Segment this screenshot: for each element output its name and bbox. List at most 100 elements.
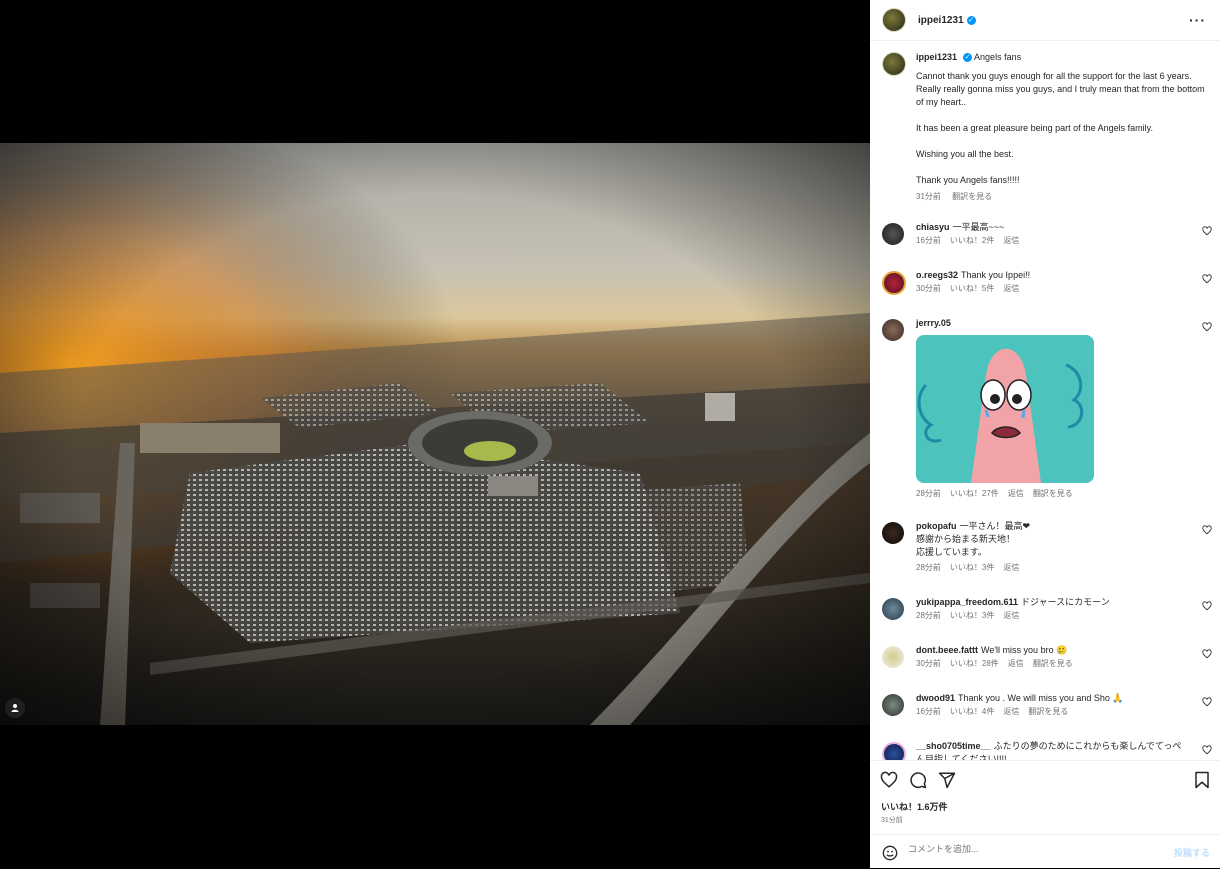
more-options-icon[interactable]: ··· — [1189, 12, 1206, 28]
comment-text: 一平最高~~~ — [952, 222, 1005, 232]
comment-icon[interactable] — [909, 771, 927, 789]
avatar[interactable] — [882, 8, 906, 32]
comment-meta: 16分前 いいね！4件 返信 翻訳を見る — [916, 705, 1190, 718]
heart-icon[interactable] — [1202, 649, 1212, 659]
heart-icon[interactable] — [1202, 745, 1212, 755]
comment-username[interactable]: chiasyu — [916, 222, 950, 232]
comment-username[interactable]: yukipappa_freedom.611 — [916, 597, 1018, 607]
comment-likes[interactable]: いいね！5件 — [950, 284, 994, 293]
avatar[interactable] — [882, 694, 904, 716]
avatar[interactable] — [882, 742, 906, 760]
avatar[interactable] — [882, 52, 906, 76]
see-translation-link[interactable]: 翻訳を見る — [1033, 489, 1073, 498]
comment-likes[interactable]: いいね！4件 — [950, 707, 994, 716]
comment-likes[interactable]: いいね！28件 — [950, 659, 999, 668]
comment-time: 16分前 — [916, 236, 941, 245]
comment-item: jerrry.05 28分前 いいね！27件 返信 翻訳を見る — [870, 317, 1220, 500]
comment-meta: 28分前 いいね！27件 返信 翻訳を見る — [916, 487, 1190, 500]
comment-meta: 16分前 いいね！2件 返信 — [916, 234, 1190, 247]
heart-icon[interactable] — [1202, 322, 1212, 332]
reply-link[interactable]: 返信 — [1003, 284, 1019, 293]
post-header: ippei1231 ✓ ··· — [870, 0, 1220, 41]
comment-username[interactable]: jerrry.05 — [916, 318, 951, 328]
comment-text: 応援しています。 — [916, 547, 987, 557]
comment-text: 感謝から始まる新天地！ — [916, 534, 1016, 544]
comment-item: o.reegs32 Thank you Ippei!! 30分前 いいね！5件 返信 — [870, 269, 1220, 295]
comment-username[interactable]: __sho0705time__ — [916, 741, 991, 751]
post-time: 31分前 — [881, 817, 903, 824]
caption-line: Cannot thank you guys enough for all the… — [916, 71, 1205, 107]
comment-item: dont.beee.fattt We'll miss you bro 🥲 30分前… — [870, 644, 1220, 670]
comment-input[interactable] — [906, 843, 1160, 855]
comment-time: 30分前 — [916, 284, 941, 293]
reply-link[interactable]: 返信 — [1003, 236, 1019, 245]
caption-line: It has been a great pleasure being part … — [916, 123, 1153, 133]
comment-username[interactable]: dont.beee.fattt — [916, 645, 978, 655]
caption-meta: 31分前 翻訳を見る — [916, 190, 1208, 203]
comment-username[interactable]: pokopafu — [916, 521, 957, 531]
heart-icon[interactable] — [1202, 697, 1212, 707]
caption-title: Angels fans — [974, 52, 1022, 62]
comment-text: 一平さん！最高❤ — [959, 521, 1031, 531]
reply-link[interactable]: 返信 — [1003, 611, 1019, 620]
comments-list[interactable]: ippei1231 ✓ Angels fans Cannot thank you … — [870, 41, 1220, 760]
avatar[interactable] — [882, 522, 904, 544]
heart-icon[interactable] — [1202, 226, 1212, 236]
verified-badge-icon: ✓ — [966, 15, 976, 25]
comment-likes[interactable]: いいね！3件 — [950, 563, 994, 572]
comment-likes[interactable]: いいね！3件 — [950, 611, 994, 620]
caption-line: Thank you Angels fans!!!!! — [916, 175, 1020, 185]
comment-time: 28分前 — [916, 563, 941, 572]
reply-link[interactable]: 返信 — [1008, 489, 1024, 498]
heart-icon[interactable] — [1202, 601, 1212, 611]
heart-icon[interactable] — [880, 771, 898, 789]
comment-time: 28分前 — [916, 611, 941, 620]
comment-likes[interactable]: いいね！2件 — [950, 236, 994, 245]
comment-time: 30分前 — [916, 659, 941, 668]
comment-meta: 30分前 いいね！28件 返信 翻訳を見る — [916, 657, 1190, 670]
user-tag-icon[interactable] — [5, 698, 25, 718]
author-username[interactable]: ippei1231 — [918, 15, 964, 26]
see-translation-link[interactable]: 翻訳を見る — [1033, 659, 1073, 668]
post-actions: いいね！1.6万件 31分前 — [870, 760, 1220, 835]
comment-time: 28分前 — [916, 489, 941, 498]
comment-sticker-image[interactable] — [916, 335, 1094, 483]
comment-likes[interactable]: いいね！27件 — [950, 489, 999, 498]
see-translation-link[interactable]: 翻訳を見る — [1028, 707, 1068, 716]
reply-link[interactable]: 返信 — [1008, 659, 1024, 668]
comment-time: 16分前 — [916, 707, 941, 716]
caption-time: 31分前 — [916, 192, 941, 201]
see-translation-link[interactable]: 翻訳を見る — [952, 192, 992, 201]
comment-username[interactable]: dwood91 — [916, 693, 955, 703]
add-comment-bar: 投稿する — [870, 834, 1220, 869]
comment-username[interactable]: o.reegs32 — [916, 270, 958, 280]
caption-line: Wishing you all the best. — [916, 149, 1014, 159]
caption-username[interactable]: ippei1231 — [916, 52, 957, 62]
emoji-icon[interactable] — [882, 845, 898, 861]
post-comment-button[interactable]: 投稿する — [1174, 846, 1210, 859]
comment-text: ドジャースにカモーン — [1021, 597, 1110, 607]
avatar[interactable] — [882, 271, 906, 295]
comment-text: Thank you Ippei!! — [961, 270, 1031, 280]
heart-icon[interactable] — [1202, 274, 1212, 284]
reply-link[interactable]: 返信 — [1003, 563, 1019, 572]
heart-icon[interactable] — [1202, 525, 1212, 535]
comment-item: __sho0705time__ ふたりの夢のためにこれからも楽しんでてっぺん目指し… — [870, 740, 1220, 760]
post-caption: ippei1231 ✓ Angels fans Cannot thank you … — [870, 41, 1220, 203]
avatar[interactable] — [882, 646, 904, 668]
comment-item: chiasyu 一平最高~~~ 16分前 いいね！2件 返信 — [870, 221, 1220, 247]
comment-meta: 28分前 いいね！3件 返信 — [916, 561, 1190, 574]
comment-item: yukipappa_freedom.611 ドジャースにカモーン 28分前 いいね！… — [870, 596, 1220, 622]
verified-badge-icon: ✓ — [963, 53, 973, 63]
comment-item: dwood91 Thank you . We will miss you and … — [870, 692, 1220, 718]
avatar[interactable] — [882, 598, 904, 620]
avatar[interactable] — [882, 223, 904, 245]
comment-text: We'll miss you bro 🥲 — [981, 645, 1068, 655]
bookmark-icon[interactable] — [1194, 771, 1210, 789]
reply-link[interactable]: 返信 — [1003, 707, 1019, 716]
likes-count[interactable]: いいね！1.6万件 — [881, 800, 948, 813]
post-photo[interactable] — [0, 143, 870, 725]
share-icon[interactable] — [938, 771, 956, 789]
avatar[interactable] — [882, 319, 904, 341]
comment-item: pokopafu 一平さん！最高❤ 感謝から始まる新天地！ 応援しています。 28… — [870, 520, 1220, 574]
